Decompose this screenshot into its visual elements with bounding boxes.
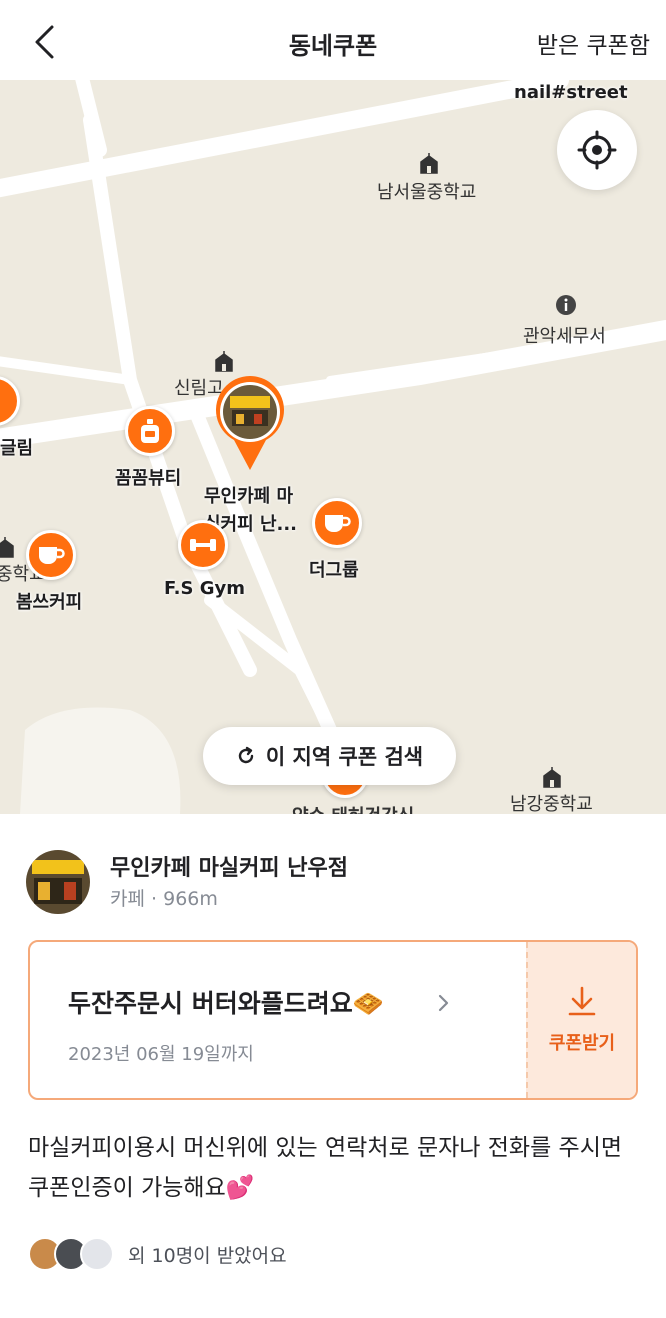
header: 동네쿠폰 받은 쿠폰함 bbox=[0, 0, 666, 80]
chevron-left-icon bbox=[35, 25, 54, 59]
receivers-count-text: 외 10명이 받았어요 bbox=[128, 1244, 287, 1267]
coupon-description: 마실커피이용시 머신위에 있는 연락처로 문자나 전화를 주시면 쿠폰인증이 가… bbox=[28, 1135, 623, 1201]
map-label-fs-gym: F.S Gym bbox=[164, 578, 245, 599]
cafe-pin[interactable] bbox=[312, 498, 362, 548]
coffee-cup-icon bbox=[39, 547, 65, 564]
chevron-right-icon bbox=[438, 994, 449, 1012]
crosshair-icon bbox=[577, 130, 617, 170]
dumbbell-icon bbox=[190, 539, 216, 551]
received-coupons-link[interactable]: 받은 쿠폰함 bbox=[537, 26, 650, 60]
avatar bbox=[80, 1237, 114, 1271]
store-meta: 카페 · 966m bbox=[110, 884, 218, 911]
coffee-cup-icon bbox=[325, 515, 351, 532]
selected-pin-shape bbox=[216, 376, 284, 470]
coupon-card[interactable]: 두잔주문시 버터와플드려요🧇 2023년 06월 19일까지 쿠폰받기 bbox=[28, 940, 638, 1100]
back-button[interactable] bbox=[22, 20, 66, 64]
perfume-icon bbox=[141, 419, 159, 443]
school-icon bbox=[543, 767, 561, 788]
selected-store-label-line1: 무인카페 마 bbox=[204, 486, 294, 507]
map-label-nail-street: nail#street bbox=[514, 82, 628, 103]
map-roads bbox=[0, 80, 666, 814]
beauty-pin[interactable] bbox=[125, 406, 175, 456]
coupon-receivers: 외 10명이 받았어요 bbox=[28, 1236, 287, 1272]
meta-separator: · bbox=[151, 888, 164, 910]
cafe-pin[interactable] bbox=[26, 530, 76, 580]
school-icon bbox=[0, 537, 14, 558]
store-distance: 966m bbox=[163, 888, 218, 910]
store-category: 카페 bbox=[110, 888, 145, 910]
school-icon bbox=[215, 351, 233, 372]
map-label-namgang-school: 남강중학교 bbox=[510, 794, 593, 814]
map-label-namseoul-school: 남서울중학교 bbox=[377, 182, 477, 203]
store-thumbnail[interactable] bbox=[26, 850, 90, 914]
map-label-glim: 글림 bbox=[0, 438, 34, 459]
refresh-icon bbox=[238, 746, 254, 764]
map-view[interactable]: nail#street 남서울중학교 관악세무서 신림고 글림 꼼꼼뷰티 무인카… bbox=[0, 80, 666, 814]
my-location-button[interactable] bbox=[557, 110, 637, 190]
selected-store-pin[interactable] bbox=[214, 376, 286, 472]
download-icon bbox=[568, 986, 596, 1016]
school-icon bbox=[420, 153, 438, 174]
map-label-kkumkkum-beauty: 꼼꼼뷰티 bbox=[115, 468, 182, 489]
map-label-bomsseu-coffee: 봄쓰커피 bbox=[16, 592, 83, 613]
map-label-the-group: 더그룹 bbox=[309, 560, 359, 581]
gym-pin[interactable] bbox=[178, 520, 228, 570]
store-name[interactable]: 무인카페 마실커피 난우점 bbox=[110, 850, 348, 882]
search-this-area-button[interactable]: 이 지역 쿠폰 검색 bbox=[203, 727, 456, 785]
search-this-area-label: 이 지역 쿠폰 검색 bbox=[265, 745, 424, 769]
store-photo bbox=[26, 850, 90, 914]
coupon-expiry: 2023년 06월 19일까지 bbox=[68, 1044, 254, 1065]
get-coupon-button[interactable]: 쿠폰받기 bbox=[526, 942, 636, 1098]
info-icon bbox=[556, 295, 576, 315]
coupon-title: 두잔주문시 버터와플드려요🧇 bbox=[68, 989, 384, 1018]
get-coupon-label: 쿠폰받기 bbox=[548, 1033, 616, 1054]
store-detail-sheet: 무인카페 마실커피 난우점 카페 · 966m 두잔주문시 버터와플드려요🧇 2… bbox=[0, 814, 666, 1318]
map-label-tax-office: 관악세무서 bbox=[523, 326, 606, 347]
map-label-partial: 약수 태허건강식 bbox=[292, 802, 414, 814]
